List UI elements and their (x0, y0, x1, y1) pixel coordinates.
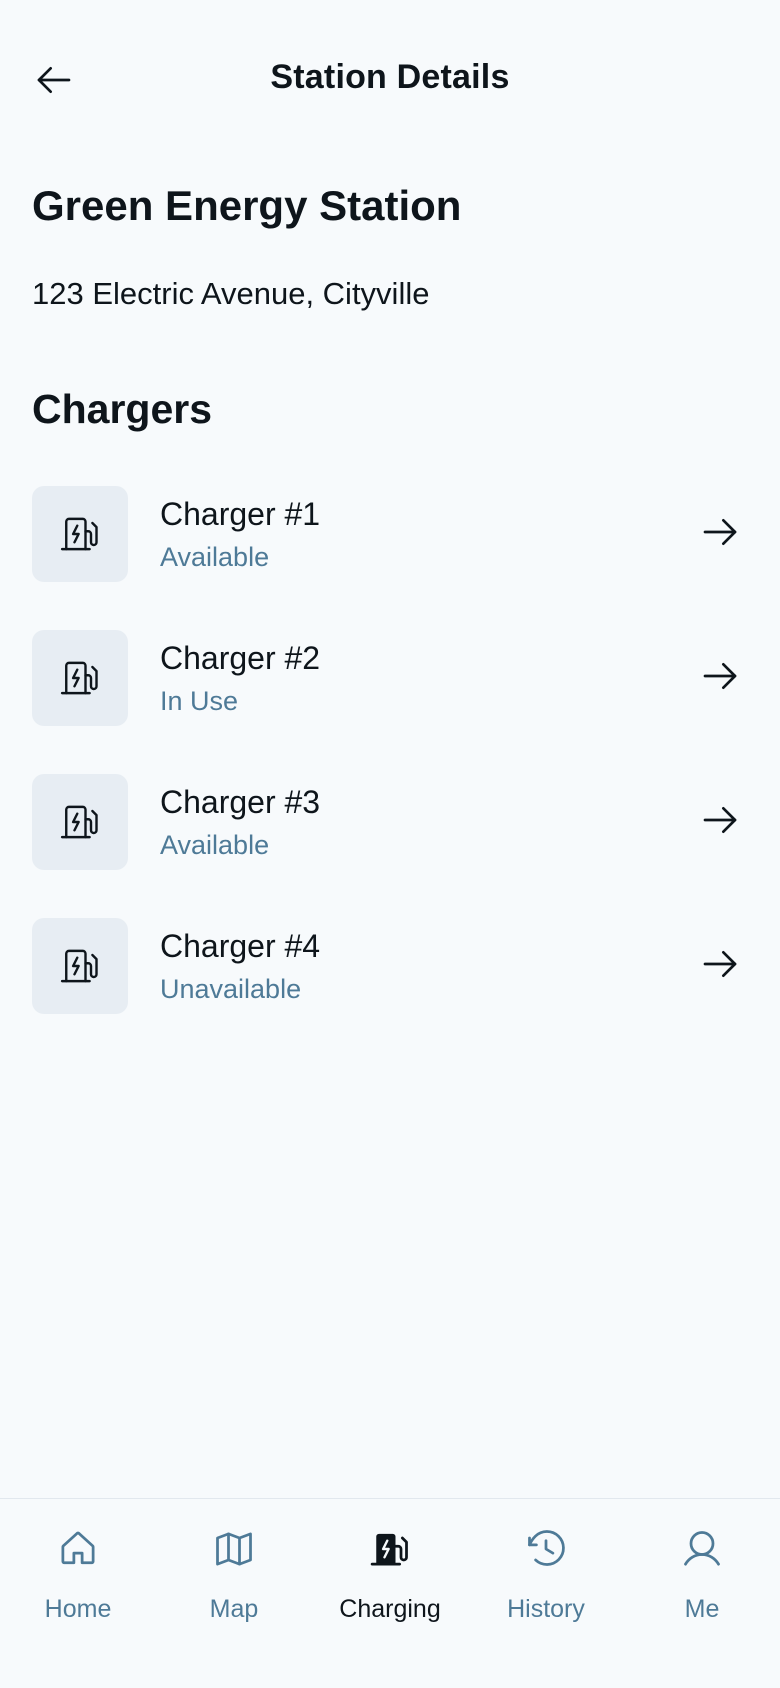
charger-item-2[interactable]: Charger #2 In Use (0, 628, 780, 772)
arrow-right-icon (703, 951, 737, 977)
page-title: Station Details (270, 58, 510, 96)
nav-label: Charging (339, 1595, 441, 1623)
chevron-arrow-button[interactable] (698, 942, 742, 986)
nav-item-charging[interactable]: Charging (312, 1499, 468, 1688)
charger-icon-tile (32, 630, 128, 726)
arrow-right-icon (703, 807, 737, 833)
charging-station-icon (366, 1525, 414, 1573)
charger-name: Charger #2 (160, 640, 321, 676)
station-details-screen: Station Details Green Energy Station 123… (0, 0, 780, 1688)
arrow-right-icon (703, 663, 737, 689)
nav-label: Home (44, 1595, 112, 1623)
charger-item-4[interactable]: Charger #4 Unavailable (0, 916, 780, 1060)
charger-status: In Use (160, 686, 239, 716)
charger-status: Available (160, 542, 270, 572)
user-icon (678, 1525, 726, 1573)
charger-item-3[interactable]: Charger #3 Available (0, 772, 780, 916)
charging-station-icon (60, 661, 98, 695)
map-icon (210, 1525, 258, 1573)
nav-item-history[interactable]: History (468, 1499, 624, 1688)
chevron-arrow-button[interactable] (698, 654, 742, 698)
charger-name: Charger #1 (160, 496, 321, 532)
charger-status: Available (160, 830, 270, 860)
charger-list: Charger #1 Available Charger #2 In Use C… (0, 484, 780, 1060)
nav-item-map[interactable]: Map (156, 1499, 312, 1688)
home-icon (54, 1525, 102, 1573)
chevron-arrow-button[interactable] (698, 798, 742, 842)
nav-label: Map (209, 1595, 259, 1623)
bottom-navigation-bar: Home Map Charging History Me (0, 1498, 780, 1688)
charger-status: Unavailable (160, 974, 302, 1004)
nav-item-home[interactable]: Home (0, 1499, 156, 1688)
charger-icon-tile (32, 918, 128, 1014)
charging-station-icon (60, 517, 98, 551)
arrow-right-icon (703, 519, 737, 545)
charger-icon-tile (32, 486, 128, 582)
top-app-bar: Station Details (0, 0, 780, 160)
charger-name: Charger #4 (160, 928, 321, 964)
nav-label: History (507, 1595, 585, 1623)
nav-item-me[interactable]: Me (624, 1499, 780, 1688)
chargers-section-title: Chargers (32, 386, 213, 432)
history-icon (522, 1525, 570, 1573)
charger-item-1[interactable]: Charger #1 Available (0, 484, 780, 628)
charger-name: Charger #3 (160, 784, 321, 820)
charging-station-icon (60, 805, 98, 839)
charging-station-icon (60, 949, 98, 983)
station-name: Green Energy Station (32, 182, 462, 229)
station-address: 123 Electric Avenue, Cityville (32, 276, 430, 311)
charger-icon-tile (32, 774, 128, 870)
chevron-arrow-button[interactable] (698, 510, 742, 554)
nav-label: Me (684, 1595, 720, 1623)
